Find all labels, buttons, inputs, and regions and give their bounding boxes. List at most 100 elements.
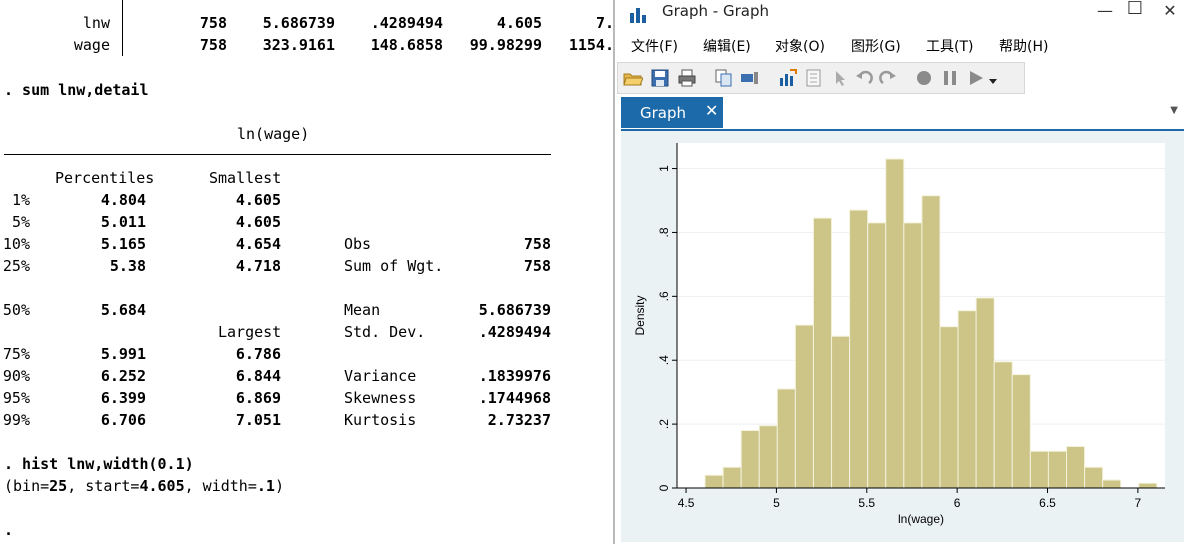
bin-info: (bin=25, start=4.605, width=.1) (4, 477, 284, 495)
extreme-value: 7.051 (235, 411, 281, 429)
y-tick-label: 1 (657, 165, 671, 172)
title-bar[interactable]: Graph - Graph — ☐ ✕ (615, 0, 1186, 30)
tab-close-icon[interactable]: ✕ (705, 101, 718, 120)
x-tick-label: 6.5 (1039, 496, 1056, 510)
histogram-bar (1065, 445, 1086, 489)
header-largest: Largest (218, 323, 282, 341)
histogram-bar (849, 209, 869, 489)
close-button[interactable]: ✕ (1152, 0, 1186, 24)
object-browser-icon[interactable] (804, 68, 824, 88)
graph-window: Graph - Graph — ☐ ✕ 文件(F) 编辑(E) 对象(O) 图形… (613, 0, 1186, 544)
percentile-label: 10% (2, 235, 30, 253)
histogram-bar (957, 310, 977, 489)
summary-sd: .4289494 (370, 14, 443, 32)
summary-min: 4.605 (496, 14, 542, 32)
x-tick-label: 5 (773, 496, 780, 510)
percentile-label: 1% (11, 191, 30, 209)
histogram-bar (903, 222, 923, 489)
percentile-label: 90% (2, 367, 30, 385)
x-tick-label: 6 (954, 496, 961, 510)
histogram-bar (1011, 374, 1031, 489)
percentile-label: 25% (2, 257, 30, 275)
toolbar (617, 62, 1025, 94)
histogram-bar (740, 430, 760, 489)
histogram-bar (1138, 482, 1158, 489)
histogram-bar (867, 222, 887, 489)
x-tick-label: 5.5 (858, 496, 875, 510)
pause-icon[interactable] (940, 68, 960, 88)
percentile-value: 6.252 (100, 367, 146, 385)
stata-graph-icon (630, 8, 646, 23)
menu-tools[interactable]: 工具(T) (926, 36, 973, 56)
summary-max: 7. (595, 14, 613, 32)
histogram-bar (812, 217, 833, 489)
y-tick-label: 0 (657, 484, 671, 491)
histogram-bar (831, 335, 851, 489)
percentile-value: 5.011 (100, 213, 146, 231)
command-prompt[interactable]: . (4, 519, 13, 541)
histogram-bar (939, 326, 959, 489)
redo-icon[interactable] (878, 68, 898, 88)
save-icon[interactable] (650, 68, 670, 88)
tab-graph-label: Graph (640, 104, 687, 122)
menu-help[interactable]: 帮助(H) (999, 36, 1048, 56)
maximize-button[interactable]: ☐ (1117, 0, 1153, 22)
window-title: Graph - Graph (662, 2, 769, 20)
stat-label: Obs (344, 235, 372, 253)
stat-label: Sum of Wgt. (344, 257, 444, 275)
extreme-value: 4.605 (235, 191, 281, 209)
stat-value: .1839976 (478, 367, 551, 385)
histogram-bar (1029, 450, 1049, 489)
x-tick-label: 4.5 (678, 496, 695, 510)
table-divider-horizontal (4, 154, 551, 155)
menu-file[interactable]: 文件(F) (631, 36, 678, 56)
tab-row: Graph ✕ ▼ (615, 97, 1186, 129)
histogram-bar (722, 466, 742, 489)
undo-icon[interactable] (854, 68, 874, 88)
menu-bar: 文件(F) 编辑(E) 对象(O) 图形(G) 工具(T) 帮助(H) (615, 32, 1186, 60)
stat-value: .4289494 (478, 323, 551, 341)
variable-title: ln(wage) (237, 125, 310, 143)
extreme-value: 4.718 (235, 257, 281, 275)
graph-editor-icon[interactable] (778, 68, 798, 88)
record-icon[interactable] (914, 68, 934, 88)
stat-label: Kurtosis (344, 411, 417, 429)
percentile-label: 99% (2, 411, 30, 429)
histogram-bar (921, 195, 941, 489)
x-axis-title: ln(wage) (898, 512, 944, 526)
stat-value: 758 (523, 257, 551, 275)
y-axis-title: Density (633, 295, 647, 335)
rename-icon[interactable] (740, 68, 760, 88)
copy-icon[interactable] (714, 68, 734, 88)
open-folder-icon[interactable] (623, 68, 643, 88)
play-icon[interactable] (966, 68, 986, 88)
play-dropdown-icon[interactable] (988, 76, 998, 86)
tab-graph[interactable]: Graph ✕ (621, 97, 723, 128)
graph-area: 0 .2 .4 .6 .8 1 4.5 5 5.5 6 6.5 7 ln(wage) Density (621, 129, 1184, 542)
percentile-value: 5.165 (100, 235, 146, 253)
percentile-value: 4.804 (100, 191, 146, 209)
print-icon[interactable] (677, 68, 697, 88)
summary-mean: 323.9161 (262, 36, 335, 54)
y-tick-label: .8 (657, 227, 671, 237)
summary-max: 1154. (568, 36, 613, 54)
histogram-bar (704, 474, 724, 489)
command-hist: . hist lnw,width(0.1) (4, 455, 194, 473)
header-smallest: Smallest (209, 169, 282, 187)
table-divider-vertical (122, 0, 123, 56)
percentile-value: 5.991 (100, 345, 146, 363)
pointer-icon[interactable] (830, 68, 850, 88)
menu-graph[interactable]: 图形(G) (851, 36, 901, 56)
percentile-label: 95% (2, 389, 30, 407)
percentile-label: 75% (2, 345, 30, 363)
menu-object[interactable]: 对象(O) (775, 36, 825, 56)
histogram-bar (758, 425, 778, 489)
tab-list-dropdown-icon[interactable]: ▼ (1170, 105, 1178, 116)
percentile-value: 5.38 (109, 257, 146, 275)
stat-value: 2.73237 (487, 411, 551, 429)
summary-obs: 758 (199, 14, 227, 32)
x-tick-label: 7 (1135, 496, 1142, 510)
histogram-bar (1047, 450, 1067, 489)
menu-edit[interactable]: 编辑(E) (703, 36, 751, 56)
summary-obs: 758 (199, 36, 227, 54)
